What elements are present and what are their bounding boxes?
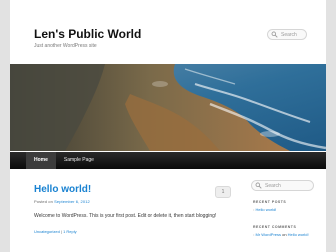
site-tagline: Just another WordPress site xyxy=(34,43,97,49)
recent-post-title[interactable]: Hello world! xyxy=(256,207,277,212)
sidebar-search-placeholder: Search xyxy=(265,183,281,189)
comment-author-link[interactable]: Mr WordPress xyxy=(256,232,281,237)
sidebar-search-input[interactable]: Search xyxy=(251,180,314,191)
nav-item-home[interactable]: Home xyxy=(26,152,56,169)
recent-post-link[interactable]: • Hello world! xyxy=(253,207,276,212)
post-meta-prefix: Posted on xyxy=(34,199,55,204)
post-body: Welcome to WordPress. This is your first… xyxy=(34,213,217,219)
comment-post-link[interactable]: Hello world! xyxy=(288,232,309,237)
search-icon xyxy=(271,31,278,38)
header-search-placeholder: Search xyxy=(281,32,297,38)
recent-posts-heading: RECENT POSTS xyxy=(253,200,287,204)
site-title[interactable]: Len's Public World xyxy=(34,27,141,41)
header-search-input[interactable]: Search xyxy=(267,29,307,40)
nav-item-sample-page[interactable]: Sample Page xyxy=(56,152,102,169)
comment-count-bubble[interactable]: 1 xyxy=(215,186,231,198)
recent-comment-item: • Mr WordPress on Hello world! xyxy=(253,232,313,238)
comment-on-text: on xyxy=(281,232,288,237)
post-title[interactable]: Hello world! xyxy=(34,184,91,195)
recent-comments-heading: RECENT COMMENTS xyxy=(253,225,297,229)
main-nav: Home Sample Page xyxy=(10,152,326,169)
post-meta: Posted on September 6, 2012 xyxy=(34,199,90,204)
post-footer: Uncategorized | 1 Reply xyxy=(34,229,77,234)
page: Len's Public World Just another WordPres… xyxy=(10,0,326,252)
header-image xyxy=(10,64,326,151)
category-link[interactable]: Uncategorized xyxy=(34,229,60,234)
reply-link[interactable]: 1 Reply xyxy=(63,229,77,234)
post-date-link[interactable]: September 6, 2012 xyxy=(54,199,90,204)
search-icon xyxy=(255,182,262,189)
